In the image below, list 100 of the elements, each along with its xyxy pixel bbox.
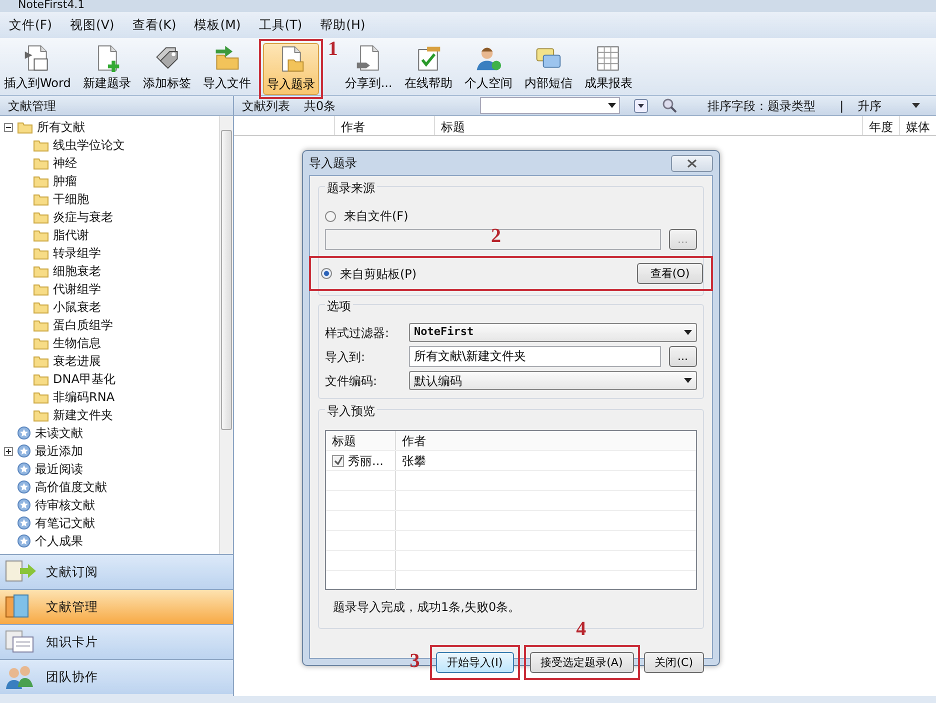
toolbar-button[interactable]: 导入文件 [198, 42, 255, 94]
tree-item[interactable]: 干细胞 [53, 190, 89, 208]
nav-button[interactable]: 团队协作 [0, 659, 233, 694]
nav-button[interactable]: 知识卡片 [0, 624, 233, 659]
toolbar-button[interactable]: 插入到Word [0, 42, 75, 94]
close-button[interactable] [671, 154, 713, 172]
star-icon [17, 534, 31, 548]
dropdown-arrow-icon [684, 378, 692, 383]
column-header[interactable]: 作者 [396, 432, 426, 450]
dialog-button[interactable]: 开始导入(I) [436, 652, 514, 673]
toolbar-button[interactable]: 分享到... [340, 42, 396, 94]
column-header[interactable]: 作者 [334, 116, 434, 135]
column-header[interactable]: 年度 [862, 116, 899, 135]
tree-item[interactable]: 所有文献 [37, 118, 85, 136]
star-icon [17, 462, 31, 476]
column-header[interactable]: 媒体 [899, 116, 936, 135]
toolbar-button[interactable]: 内部短信 [520, 42, 576, 94]
tree-item[interactable]: 线虫学位论文 [53, 136, 125, 154]
nav-button[interactable]: 文献订阅 [0, 554, 233, 589]
tree-item[interactable]: 最近添加 [35, 442, 83, 460]
folder-icon [33, 156, 49, 170]
collapse-icon[interactable] [4, 122, 13, 132]
tree-item[interactable]: 高价值度文献 [35, 478, 107, 496]
radio-button[interactable] [325, 210, 336, 222]
toolbar-button[interactable]: 在线帮助 [400, 42, 456, 94]
group-label: 导入预览 [325, 402, 377, 420]
toolbar-button[interactable]: 导入题录 [262, 43, 319, 95]
target-folder-field[interactable]: 所有文献\新建文件夹 [409, 346, 660, 367]
scrollbar-thumb[interactable] [221, 130, 232, 430]
tree-item[interactable]: 待审核文献 [35, 496, 95, 514]
callout-number: 4 [576, 619, 586, 639]
tree-item[interactable]: 神经 [53, 154, 77, 172]
nav-button[interactable]: 文献管理 [0, 589, 233, 624]
star-icon [17, 426, 31, 440]
dropdown-arrow-icon [684, 330, 692, 335]
toolbar-button[interactable]: 添加标签 [138, 42, 195, 94]
menu-item[interactable]: 查看(K) [123, 12, 186, 38]
callout-number: 3 [410, 651, 420, 671]
tree-item[interactable]: 脂代谢 [53, 226, 89, 244]
radio-button[interactable] [321, 268, 332, 279]
folder-icon [33, 372, 49, 386]
checkbox[interactable] [332, 454, 344, 466]
dropdown-arrow-icon [608, 103, 616, 108]
dialog-button[interactable]: 关闭(C) [644, 652, 704, 673]
tree-item[interactable]: 细胞衰老 [53, 262, 101, 280]
tree-item[interactable]: 未读文献 [35, 424, 83, 442]
toolbar-button[interactable]: 个人空间 [460, 42, 516, 94]
view-button[interactable]: 查看(O) [637, 263, 703, 284]
dialog-title: 导入题录 [309, 155, 357, 172]
folder-icon [33, 138, 49, 152]
toolbar-button[interactable]: 新建题录 [78, 42, 135, 94]
tree-item[interactable]: 最近阅读 [35, 460, 83, 478]
column-header[interactable]: 标题 [326, 431, 396, 450]
tree-item[interactable]: 炎症与衰老 [53, 208, 113, 226]
tree-item[interactable]: 衰老进展 [53, 352, 101, 370]
folder-icon [17, 120, 33, 134]
tree-item[interactable]: DNA甲基化 [53, 370, 116, 388]
folder-icon [33, 192, 49, 206]
search-icon [662, 98, 678, 114]
record-count: 共0条 [304, 98, 336, 114]
file-path-field[interactable] [325, 229, 660, 250]
sort-order[interactable]: 升序 [858, 96, 882, 114]
tree-item[interactable]: 蛋白质组学 [53, 316, 113, 334]
star-icon [17, 444, 31, 458]
browse-button[interactable]: ... [668, 346, 697, 367]
dropdown-arrow-icon [912, 103, 920, 108]
radio-label[interactable]: 来自文件(F) [344, 207, 408, 225]
star-icon [17, 498, 31, 512]
tree-item[interactable]: 代谢组学 [53, 280, 101, 298]
menu-item[interactable]: 帮助(H) [311, 12, 374, 38]
panel-title: 文献管理 [8, 98, 56, 114]
people-icon [4, 663, 36, 691]
tree-item[interactable]: 个人成果 [35, 532, 83, 550]
tree-item[interactable]: 小鼠衰老 [53, 298, 101, 316]
encoding-dropdown[interactable]: 默认编码 [409, 371, 697, 390]
folder-icon [33, 264, 49, 278]
check-icon [334, 456, 342, 465]
tree-item[interactable]: 新建文件夹 [53, 406, 113, 424]
folder-icon [33, 246, 49, 260]
group-label: 选项 [325, 297, 353, 315]
menu-item[interactable]: 视图(V) [60, 12, 124, 38]
folder-icon [33, 318, 49, 332]
scrollbar[interactable] [219, 116, 233, 554]
menu-item[interactable]: 文件(F) [0, 12, 61, 38]
expand-icon[interactable] [4, 446, 13, 456]
star-icon [17, 480, 31, 494]
tree-item[interactable]: 非编码RNA [53, 388, 115, 406]
tree-item[interactable]: 有笔记文献 [35, 514, 95, 532]
folder-icon [33, 174, 49, 188]
menu-item[interactable]: 模板(M) [185, 12, 250, 38]
radio-label[interactable]: 来自剪贴板(P) [340, 264, 417, 282]
tree-item[interactable]: 生物信息 [53, 334, 101, 352]
toolbar-button[interactable]: 成果报表 [580, 42, 636, 94]
folder-icon [33, 282, 49, 296]
tree-item[interactable]: 转录组学 [53, 244, 101, 262]
filter-dropdown[interactable]: NoteFirst [409, 323, 697, 342]
menu-item[interactable]: 工具(T) [250, 12, 312, 38]
column-header[interactable]: 标题 [434, 116, 862, 135]
dialog-button[interactable]: 接受选定题录(A) [530, 652, 634, 673]
tree-item[interactable]: 肿瘤 [53, 172, 77, 190]
